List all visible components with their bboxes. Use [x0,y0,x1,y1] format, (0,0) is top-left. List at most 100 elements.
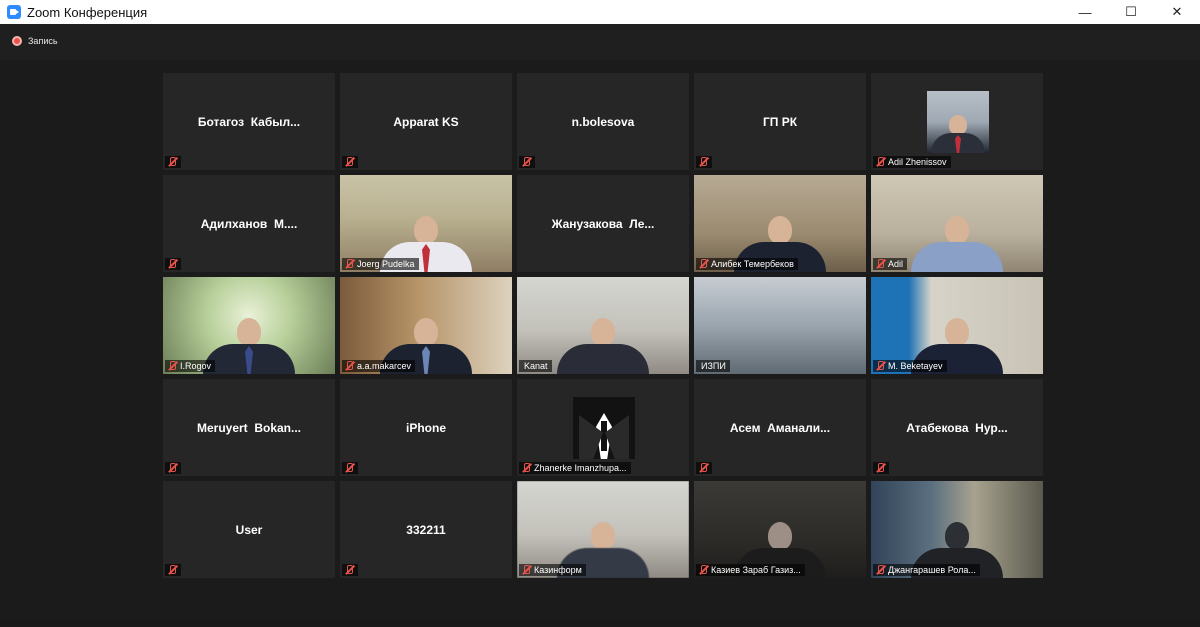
participant-tile[interactable]: Ботагоз Кабыл... [163,73,335,170]
participant-tile[interactable]: Казинформ [517,481,689,578]
maximize-button[interactable]: ☐ [1108,0,1154,24]
participant-label [873,462,889,474]
participant-display-name: n.bolesova [571,114,635,129]
participant-label [165,564,181,576]
participant-label: Алибек Темербеков [696,258,798,270]
participant-label [342,156,358,168]
zoom-app-icon [7,5,21,19]
participant-label [519,156,535,168]
muted-mic-icon [344,157,354,167]
participant-name: Adil [888,259,904,269]
participant-tile[interactable]: ГП РК [694,73,866,170]
person-head [591,522,615,550]
participant-display-name: Жанузакова Ле... [551,216,655,231]
participant-tile[interactable]: Meruyert Bokan... [163,379,335,476]
participant-tile[interactable]: 332211 [340,481,512,578]
participant-tile[interactable]: M. Beketayev [871,277,1043,374]
participant-tile[interactable]: Атабекова Нур... [871,379,1043,476]
muted-mic-icon [167,565,177,575]
participant-label: ИЗПИ [696,360,730,372]
person-head [945,522,969,550]
participant-tile[interactable]: ИЗПИ [694,277,866,374]
participant-label [342,462,358,474]
window-title: Zoom Конференция [27,4,148,20]
muted-mic-icon [698,259,708,269]
muted-mic-icon [698,157,708,167]
recording-label: Запись [28,36,58,46]
muted-mic-icon [698,463,708,473]
participant-tile[interactable]: Жанузакова Ле... [517,175,689,272]
muted-mic-icon [521,463,531,473]
muted-mic-icon [167,157,177,167]
participant-display-name: Атабекова Нур... [906,420,1008,435]
person-silhouette [931,115,985,153]
minimize-button[interactable]: — [1062,0,1108,24]
active-speaker-tile[interactable]: Kanat [517,277,689,374]
muted-mic-icon [521,157,531,167]
participant-label [165,462,181,474]
participant-name: I.Rogov [180,361,212,371]
muted-mic-icon [167,361,177,371]
participant-label [165,258,181,270]
muted-mic-icon [344,565,354,575]
participant-tile[interactable]: n.bolesova [517,73,689,170]
participant-name: Джангарашев Рола... [888,565,976,575]
participant-tile[interactable]: Adil Zhenissov [871,73,1043,170]
participant-tile[interactable]: Казиев Зараб Газиз... [694,481,866,578]
participant-tile[interactable]: a.a.makarcev [340,277,512,374]
person-head [768,216,792,244]
participant-tile[interactable]: iPhone [340,379,512,476]
participant-display-name: Асем Аманали... [729,420,831,435]
person-body [911,242,1003,272]
participant-display-name: Meruyert Bokan... [196,420,302,435]
muted-mic-icon [344,259,354,269]
participant-label: Adil Zhenissov [873,156,951,168]
participant-label [696,156,712,168]
participant-tile[interactable]: Joerg Pudelka [340,175,512,272]
record-icon [12,36,22,46]
participant-tile[interactable]: I.Rogov [163,277,335,374]
participant-name: a.a.makarcev [357,361,412,371]
participant-label: Zhanerke Imanzhupa... [519,462,631,474]
participant-name: ИЗПИ [701,361,726,371]
participant-tile[interactable]: Асем Аманали... [694,379,866,476]
participant-name: Adil Zhenissov [888,157,947,167]
participant-tile[interactable]: Apparat KS [340,73,512,170]
participant-display-name: ГП РК [762,114,798,129]
person-head [945,216,969,244]
muted-mic-icon [698,565,708,575]
muted-mic-icon [875,565,885,575]
person-silhouette [911,216,1003,272]
close-button[interactable]: ✕ [1154,0,1200,24]
gallery-view: Ботагоз Кабыл... Apparat KS n.bolesova Г… [0,60,1200,620]
participant-display-name: User [235,522,263,537]
person-head [945,318,969,346]
muted-mic-icon [875,157,885,167]
person-head [414,318,438,346]
muted-mic-icon [167,463,177,473]
muted-mic-icon [344,361,354,371]
person-head [414,216,438,244]
participant-display-name: Адилханов М.... [200,216,298,231]
tuxedo-tie [601,421,607,451]
participant-label: Казинформ [519,564,586,576]
participant-tile[interactable]: Алибек Темербеков [694,175,866,272]
participant-label: Kanat [519,360,552,372]
participant-label: a.a.makarcev [342,360,416,372]
participant-display-name: iPhone [405,420,446,435]
participant-tile[interactable]: Adil [871,175,1043,272]
participant-display-name: 332211 [406,522,446,537]
participant-tile[interactable]: User [163,481,335,578]
participant-label [696,462,712,474]
participant-label [165,156,181,168]
muted-mic-icon [521,565,531,575]
person-head [768,522,792,550]
participant-tile[interactable]: Адилханов М.... [163,175,335,272]
recording-indicator[interactable]: Запись [12,36,58,46]
participant-label: M. Beketayev [873,360,947,372]
participant-tile[interactable]: Zhanerke Imanzhupa... [517,379,689,476]
participant-tile[interactable]: Джангарашев Рола... [871,481,1043,578]
person-head [237,318,261,346]
profile-picture-tuxedo [573,397,635,459]
window-controls: — ☐ ✕ [1062,0,1200,24]
